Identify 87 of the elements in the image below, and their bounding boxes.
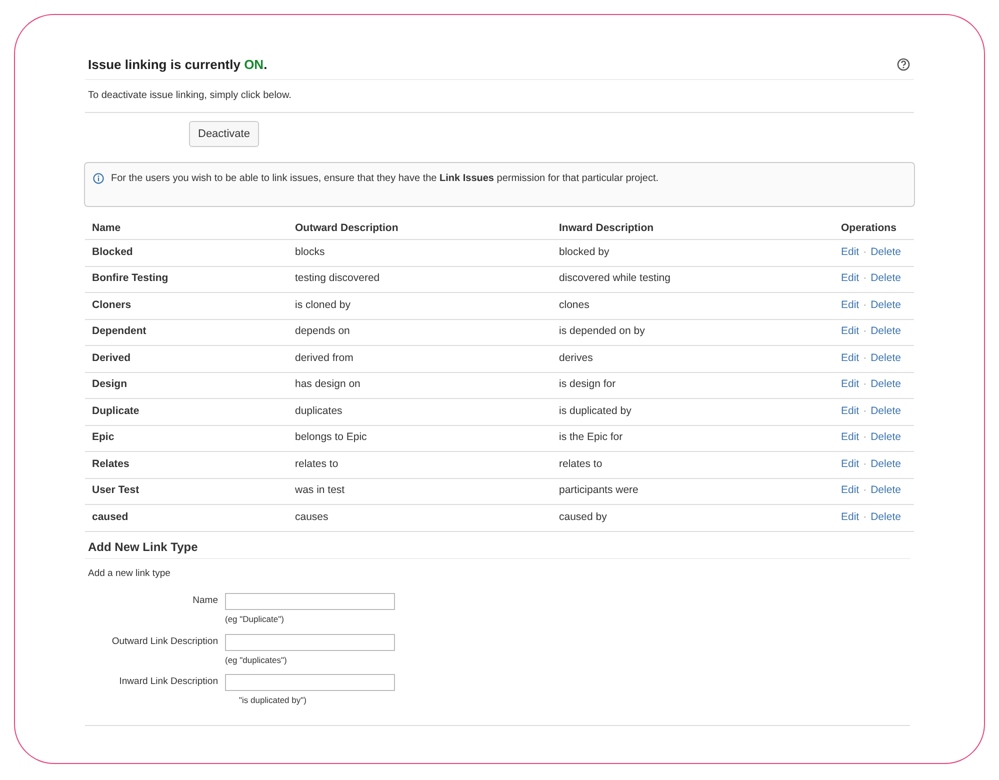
section-description: Add a new link type	[87, 566, 172, 580]
edit-link[interactable]: Edit	[841, 324, 860, 340]
edit-link[interactable]: Edit	[841, 510, 860, 526]
field-hint: (eg "duplicates")	[225, 654, 288, 666]
delete-link[interactable]: Delete	[870, 483, 901, 500]
edit-link[interactable]: Edit	[841, 244, 860, 261]
table-cell-text: blocked by	[559, 244, 610, 260]
table-cell-text: blocks	[295, 244, 326, 260]
table-cell-text: is cloned by	[295, 298, 352, 313]
section-title: Add New Link Type	[85, 532, 910, 558]
edit-link[interactable]: Edit	[841, 483, 860, 500]
separator-dot: ·	[863, 377, 867, 392]
link-name: Bonfire Testing	[92, 271, 170, 286]
link-name: Epic	[92, 430, 116, 446]
link-name: Relates	[92, 456, 130, 472]
edit-link[interactable]: Edit	[841, 350, 860, 367]
column-header: Name	[92, 220, 122, 236]
delete-link[interactable]: Delete	[870, 404, 901, 420]
link-name: Dependent	[92, 324, 148, 340]
link-name: Blocked	[92, 244, 134, 260]
table-cell-text: is duplicated by	[559, 404, 632, 419]
delete-link[interactable]: Delete	[870, 377, 901, 394]
field-hint: "is duplicated by")	[238, 694, 308, 707]
column-header: Operations	[841, 220, 898, 236]
edit-link[interactable]: Edit	[841, 456, 860, 473]
page-title: Issue linking is currently ON.	[88, 56, 268, 74]
separator-dot: ·	[863, 404, 867, 419]
edit-link[interactable]: Edit	[841, 271, 860, 288]
separator-dot: ·	[863, 298, 867, 313]
field-label: Outward Link Description	[110, 634, 219, 648]
separator-dot: ·	[863, 244, 867, 260]
table-cell-text: has design on	[295, 377, 362, 392]
table-cell-text: is the Epic for	[559, 430, 624, 446]
field-label: Inward Link Description	[118, 675, 219, 690]
input-field[interactable]	[225, 592, 395, 610]
separator-dot: ·	[863, 456, 867, 472]
link-name: caused	[92, 510, 130, 525]
field-hint: (eg "Duplicate")	[225, 612, 285, 626]
edit-link[interactable]: Edit	[841, 430, 860, 446]
table-cell-text: depends on	[295, 324, 351, 340]
delete-link[interactable]: Delete	[870, 456, 901, 473]
field-label: Name	[192, 594, 219, 608]
column-header: Outward Description	[295, 220, 400, 236]
separator-dot: ·	[863, 430, 867, 446]
link-name: User Test	[92, 483, 140, 498]
table-cell-text: belongs to Epic	[295, 430, 368, 446]
link-name: Cloners	[92, 298, 132, 313]
delete-link[interactable]: Delete	[870, 298, 901, 314]
separator-dot: ·	[863, 271, 867, 286]
input-field[interactable]	[225, 634, 395, 650]
column-header: Inward Description	[559, 220, 655, 236]
edit-link[interactable]: Edit	[841, 404, 860, 420]
table-cell-text: relates to	[295, 456, 340, 472]
delete-link[interactable]: Delete	[870, 324, 901, 340]
table-cell-text: participants were	[559, 483, 640, 498]
help-icon[interactable]	[897, 58, 910, 72]
delete-link[interactable]: Delete	[870, 510, 901, 526]
table-cell-text: relates to	[559, 456, 604, 472]
description-text: To deactivate issue linking, simply click below.	[85, 80, 914, 112]
table-cell-text: caused by	[559, 510, 608, 525]
table-cell-text: clones	[559, 298, 590, 313]
edit-link[interactable]: Edit	[841, 377, 860, 394]
table-cell-text: is depended on by	[559, 324, 646, 340]
delete-link[interactable]: Delete	[870, 244, 901, 261]
table-cell-text: duplicates	[295, 404, 344, 419]
separator-dot: ·	[863, 350, 867, 366]
table-cell-text: derived from	[295, 350, 354, 366]
table-cell-text: discovered while testing	[559, 271, 672, 286]
table-cell-text: is design for	[559, 377, 617, 392]
table-cell-text: was in test	[295, 483, 346, 498]
link-name: Derived	[92, 350, 132, 366]
link-name: Design	[92, 377, 128, 392]
separator-dot: ·	[863, 483, 867, 498]
deactivate-button[interactable]: Deactivate	[189, 120, 259, 147]
info-message: For the users you wish to be able to link issues, ensure that they have the Link Issues permission for that particular project.	[84, 162, 915, 207]
delete-link[interactable]: Delete	[870, 430, 901, 446]
table-cell-text: testing discovered	[295, 271, 381, 286]
info-icon	[93, 173, 104, 184]
delete-link[interactable]: Delete	[870, 350, 901, 367]
table-cell-text: causes	[295, 510, 330, 525]
table-cell-text: derives	[559, 350, 594, 366]
link-name: Duplicate	[92, 404, 140, 419]
delete-link[interactable]: Delete	[870, 271, 901, 288]
separator-dot: ·	[863, 510, 867, 525]
separator-dot: ·	[863, 324, 867, 340]
edit-link[interactable]: Edit	[841, 298, 860, 314]
input-field[interactable]	[225, 674, 395, 692]
